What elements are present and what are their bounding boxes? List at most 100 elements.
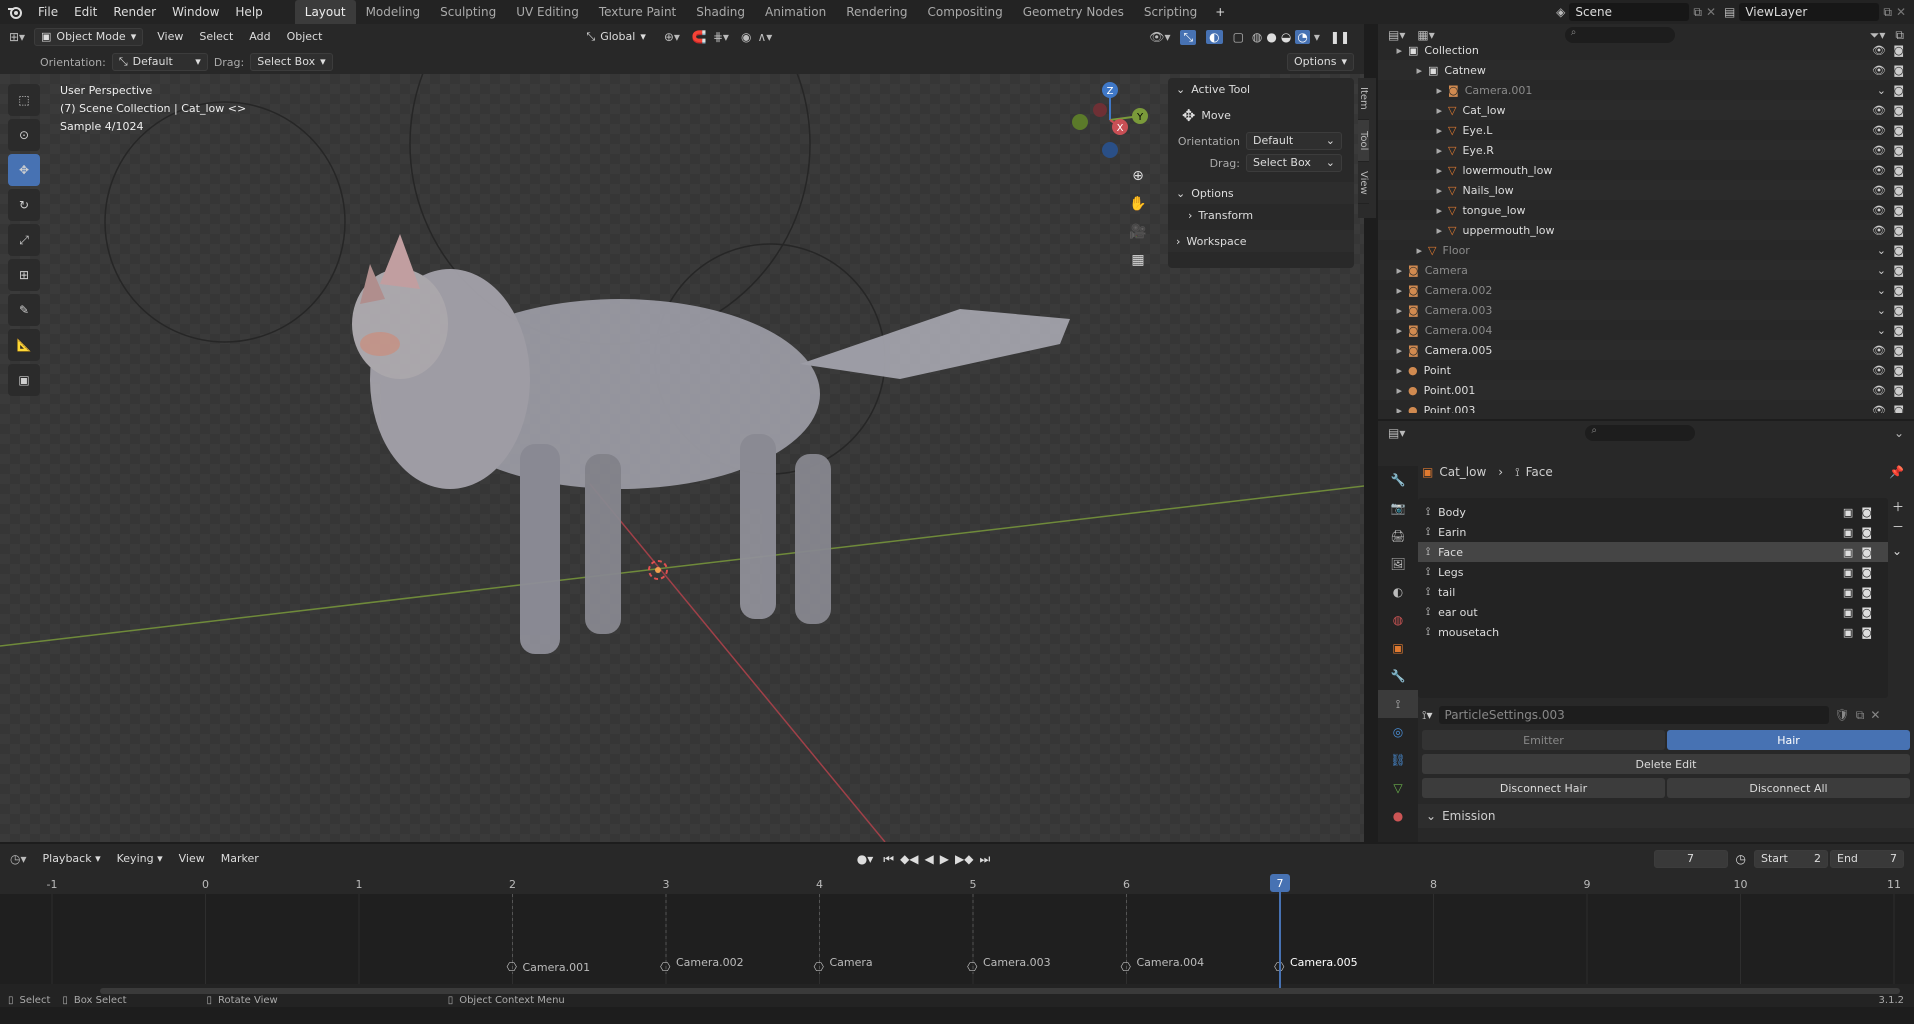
- tab-modeling[interactable]: Modeling: [356, 0, 431, 24]
- eye-icon[interactable]: ⌄: [1877, 304, 1886, 317]
- outliner-row[interactable]: ▸ ● Point.001 👁 ◙: [1378, 380, 1914, 400]
- tab-animation[interactable]: Animation: [755, 0, 836, 24]
- jump-start-icon[interactable]: ⏮: [883, 852, 894, 867]
- gizmo-toggle-icon[interactable]: ⤡: [1180, 29, 1197, 45]
- eye-icon[interactable]: 👁: [1872, 104, 1886, 117]
- record-icon[interactable]: ●▾: [857, 852, 874, 866]
- outliner-row[interactable]: ▸ ▽ lowermouth_low 👁 ◙: [1378, 160, 1914, 180]
- eye-icon[interactable]: 👁: [1872, 384, 1886, 397]
- tab-geometry-nodes[interactable]: Geometry Nodes: [1013, 0, 1134, 24]
- expand-arrow-icon[interactable]: ▸: [1378, 284, 1408, 297]
- viewport-menu-select[interactable]: Select: [191, 25, 241, 49]
- 3d-viewport[interactable]: User Perspective (7) Scene Collection | …: [0, 74, 1364, 842]
- select-box-tool-icon[interactable]: ⬚: [8, 84, 40, 116]
- sidebar-orientation-dropdown[interactable]: Default ⌄: [1246, 132, 1342, 150]
- pin-icon[interactable]: 📌: [1889, 465, 1904, 479]
- render-camera-icon[interactable]: ◙: [1861, 506, 1872, 519]
- render-camera-icon[interactable]: ◙: [1893, 384, 1904, 397]
- tab-shading[interactable]: Shading: [686, 0, 755, 24]
- world-properties-icon[interactable]: ◍: [1378, 606, 1418, 634]
- move-tool-row[interactable]: ✥ Move: [1168, 100, 1354, 130]
- eye-icon[interactable]: 👁: [1872, 224, 1886, 237]
- wireframe-shading-icon[interactable]: ◍: [1252, 30, 1262, 44]
- viewport-scene[interactable]: [0, 74, 1364, 842]
- hair-button[interactable]: Hair: [1667, 730, 1910, 750]
- add-slot-button[interactable]: ＋: [1892, 498, 1914, 518]
- sidebar-drag-dropdown[interactable]: Select Box ⌄: [1246, 154, 1342, 172]
- outliner-row[interactable]: ▸ ◙ Camera.002 ⌄ ◙: [1378, 280, 1914, 300]
- viewport-menu-view[interactable]: View: [149, 25, 191, 49]
- expand-arrow-icon[interactable]: ▸: [1378, 64, 1428, 77]
- viewport-display-icon[interactable]: ▣: [1843, 526, 1853, 539]
- remove-slot-button[interactable]: －: [1892, 518, 1914, 538]
- render-camera-icon[interactable]: ◙: [1861, 586, 1872, 599]
- outliner-row[interactable]: ▸ ▽ tongue_low 👁 ◙: [1378, 200, 1914, 220]
- menu-edit[interactable]: Edit: [66, 0, 105, 24]
- vertex-group-list[interactable]: ⟟ Body ▣ ◙ ⟟ Earin ▣ ◙ ⟟ Face ▣ ◙ ⟟ Legs ▣ ◙ ⟟ tail ▣ ◙ ⟟ ear…: [1418, 498, 1888, 698]
- expand-arrow-icon[interactable]: ▸: [1378, 264, 1408, 277]
- copy-icon[interactable]: ⧉: [1856, 708, 1865, 723]
- render-camera-icon[interactable]: ◙: [1893, 84, 1904, 97]
- add-workspace-button[interactable]: +: [1207, 0, 1233, 24]
- active-tool-header[interactable]: ⌄ Active Tool: [1168, 78, 1354, 100]
- annotate-tool-icon[interactable]: ✎: [8, 294, 40, 326]
- workspace-header[interactable]: › Workspace: [1168, 230, 1354, 252]
- add-cube-tool-icon[interactable]: ▣: [8, 364, 40, 396]
- render-properties-icon[interactable]: 📷: [1378, 494, 1418, 522]
- render-camera-icon[interactable]: ◙: [1893, 244, 1904, 257]
- tab-view[interactable]: View: [1358, 162, 1369, 204]
- tab-texture-paint[interactable]: Texture Paint: [589, 0, 686, 24]
- tool-properties-icon[interactable]: 🔧: [1378, 466, 1418, 494]
- move-tool-icon[interactable]: ✥: [8, 154, 40, 186]
- overlay-toggle-icon[interactable]: ◐: [1206, 30, 1223, 44]
- transform-subpanel[interactable]: › Transform: [1168, 204, 1354, 226]
- options-header[interactable]: ⌄ Options: [1168, 182, 1354, 204]
- editor-type-icon[interactable]: ⊞▾: [0, 30, 34, 44]
- end-frame-field[interactable]: End 7: [1830, 850, 1904, 868]
- scale-tool-icon[interactable]: ⤢: [8, 224, 40, 256]
- eye-icon[interactable]: 👁: [1872, 344, 1886, 357]
- eye-icon[interactable]: 👁: [1872, 164, 1886, 177]
- output-properties-icon[interactable]: 🖨: [1378, 522, 1418, 550]
- eye-icon[interactable]: ⌄: [1877, 264, 1886, 277]
- tab-scripting[interactable]: Scripting: [1134, 0, 1207, 24]
- options-dropdown[interactable]: Options ▾: [1287, 53, 1354, 71]
- render-camera-icon[interactable]: ◙: [1893, 204, 1904, 217]
- expand-arrow-icon[interactable]: ▸: [1378, 364, 1408, 377]
- render-camera-icon[interactable]: ◙: [1861, 606, 1872, 619]
- render-camera-icon[interactable]: ◙: [1893, 124, 1904, 137]
- current-frame-field[interactable]: 7: [1653, 850, 1728, 868]
- close-icon[interactable]: ✕: [1706, 5, 1716, 19]
- visibility-icon[interactable]: 👁▾: [1149, 30, 1170, 44]
- eye-icon[interactable]: 👁: [1872, 204, 1886, 217]
- particle-properties-icon[interactable]: ⟟: [1378, 690, 1418, 718]
- render-camera-icon[interactable]: ◙: [1893, 284, 1904, 297]
- viewlayer-selector[interactable]: ▤ ViewLayer ⧉ ✕: [1724, 3, 1906, 21]
- outliner-row[interactable]: ▸ ▣ Collection 👁 ◙: [1378, 40, 1914, 60]
- tab-rendering[interactable]: Rendering: [836, 0, 917, 24]
- menu-window[interactable]: Window: [164, 0, 227, 24]
- tab-sculpting[interactable]: Sculpting: [430, 0, 506, 24]
- outliner-row[interactable]: ▸ ◙ Camera.004 ⌄ ◙: [1378, 320, 1914, 340]
- eye-icon[interactable]: ⌄: [1877, 284, 1886, 297]
- tab-uv-editing[interactable]: UV Editing: [506, 0, 589, 24]
- eye-icon[interactable]: 👁: [1872, 184, 1886, 197]
- material-properties-icon[interactable]: ●: [1378, 802, 1418, 830]
- menu-render[interactable]: Render: [105, 0, 164, 24]
- render-camera-icon[interactable]: ◙: [1861, 626, 1872, 639]
- eye-icon[interactable]: 👁: [1872, 64, 1886, 77]
- orientation-dropdown[interactable]: ⤡ Default ▾: [111, 53, 208, 71]
- outliner-row[interactable]: ▸ ◙ Camera ⌄ ◙: [1378, 260, 1914, 280]
- disconnect-all-button[interactable]: Disconnect All: [1667, 778, 1910, 798]
- transform-orientation-dropdown[interactable]: ⤡ Global ▾: [580, 28, 651, 46]
- object-properties-icon[interactable]: ▣: [1378, 634, 1418, 662]
- scene-name[interactable]: Scene: [1569, 3, 1690, 21]
- cursor-tool-icon[interactable]: ⊙: [8, 119, 40, 151]
- eye-icon[interactable]: 👁: [1872, 144, 1886, 157]
- list-item[interactable]: ⟟ Earin ▣ ◙: [1418, 522, 1888, 542]
- viewport-display-icon[interactable]: ▣: [1843, 546, 1853, 559]
- eye-icon[interactable]: ⌄: [1877, 244, 1886, 257]
- expand-arrow-icon[interactable]: ▸: [1378, 164, 1448, 177]
- timeline-menu-keying[interactable]: Keying ▾: [109, 847, 171, 871]
- blender-logo-icon[interactable]: [0, 0, 30, 24]
